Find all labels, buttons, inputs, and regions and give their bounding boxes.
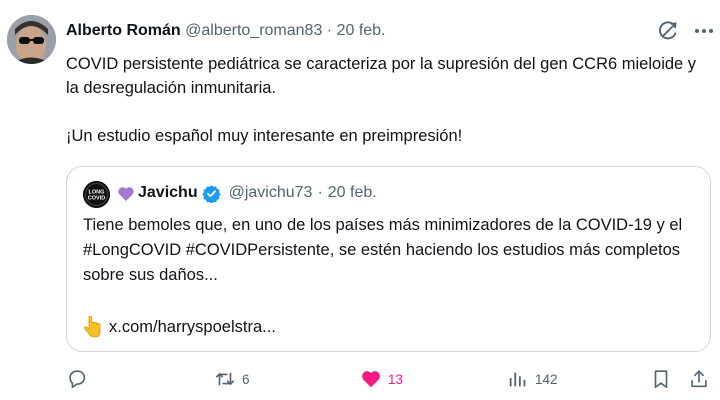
purple-heart-icon: [117, 185, 135, 202]
quote-author-name[interactable]: Javichu: [138, 182, 198, 204]
quote-text: Tiene bemoles que, en uno de los países …: [83, 213, 693, 288]
quote-header: Javichu @javichu73 · 20 feb.: [117, 182, 377, 204]
tweet-text-line-1: COVID persistente pediátrica se caracter…: [66, 55, 697, 97]
reply-button[interactable]: [66, 368, 94, 390]
verified-icon: [201, 184, 221, 204]
author-avatar[interactable]: [7, 15, 56, 64]
reply-icon: [69, 370, 86, 389]
quote-avatar-text-bottom: COVID: [88, 196, 105, 202]
quote-link[interactable]: x.com/harryspoelstra...: [109, 315, 276, 339]
like-icon: [362, 371, 380, 388]
quote-link-row: x.com/harryspoelstra...: [83, 315, 276, 339]
tweet-text: COVID persistente pediátrica se caracter…: [66, 52, 706, 148]
tweet-date[interactable]: 20 feb.: [337, 22, 386, 39]
author-name[interactable]: Alberto Román: [66, 22, 181, 39]
bookmark-button[interactable]: [650, 368, 672, 390]
like-button[interactable]: 13: [360, 368, 403, 390]
share-icon: [691, 370, 707, 388]
tweet-text-line-2: ¡Un estudio español muy interesante en p…: [66, 127, 463, 145]
pointing-down-icon: [83, 315, 103, 338]
quoted-tweet[interactable]: LONG COVID Javichu @javichu73 · 20 feb. …: [66, 166, 711, 352]
quote-date[interactable]: 20 feb.: [328, 182, 377, 204]
author-handle[interactable]: @alberto_roman83: [185, 22, 322, 39]
tweet-header: Alberto Román @alberto_roman83 · 20 feb.: [66, 20, 386, 42]
action-bar: 6 13 142: [66, 368, 718, 396]
repost-button[interactable]: 6: [214, 368, 250, 390]
quote-separator: ·: [317, 184, 323, 201]
views-button[interactable]: 142: [507, 368, 558, 390]
repost-count: 6: [242, 371, 250, 387]
views-icon: [509, 372, 526, 387]
bookmark-icon: [654, 370, 668, 389]
quote-author-handle[interactable]: @javichu73: [229, 182, 313, 204]
share-button[interactable]: [688, 368, 710, 390]
views-count: 142: [535, 371, 558, 387]
like-count: 13: [388, 371, 404, 387]
grok-icon[interactable]: [656, 19, 680, 43]
quote-text-body: Tiene bemoles que, en uno de los países …: [83, 216, 683, 284]
quote-avatar[interactable]: LONG COVID: [83, 181, 110, 208]
repost-icon: [215, 372, 235, 386]
header-separator: ·: [326, 22, 333, 39]
more-icon[interactable]: [692, 20, 716, 42]
